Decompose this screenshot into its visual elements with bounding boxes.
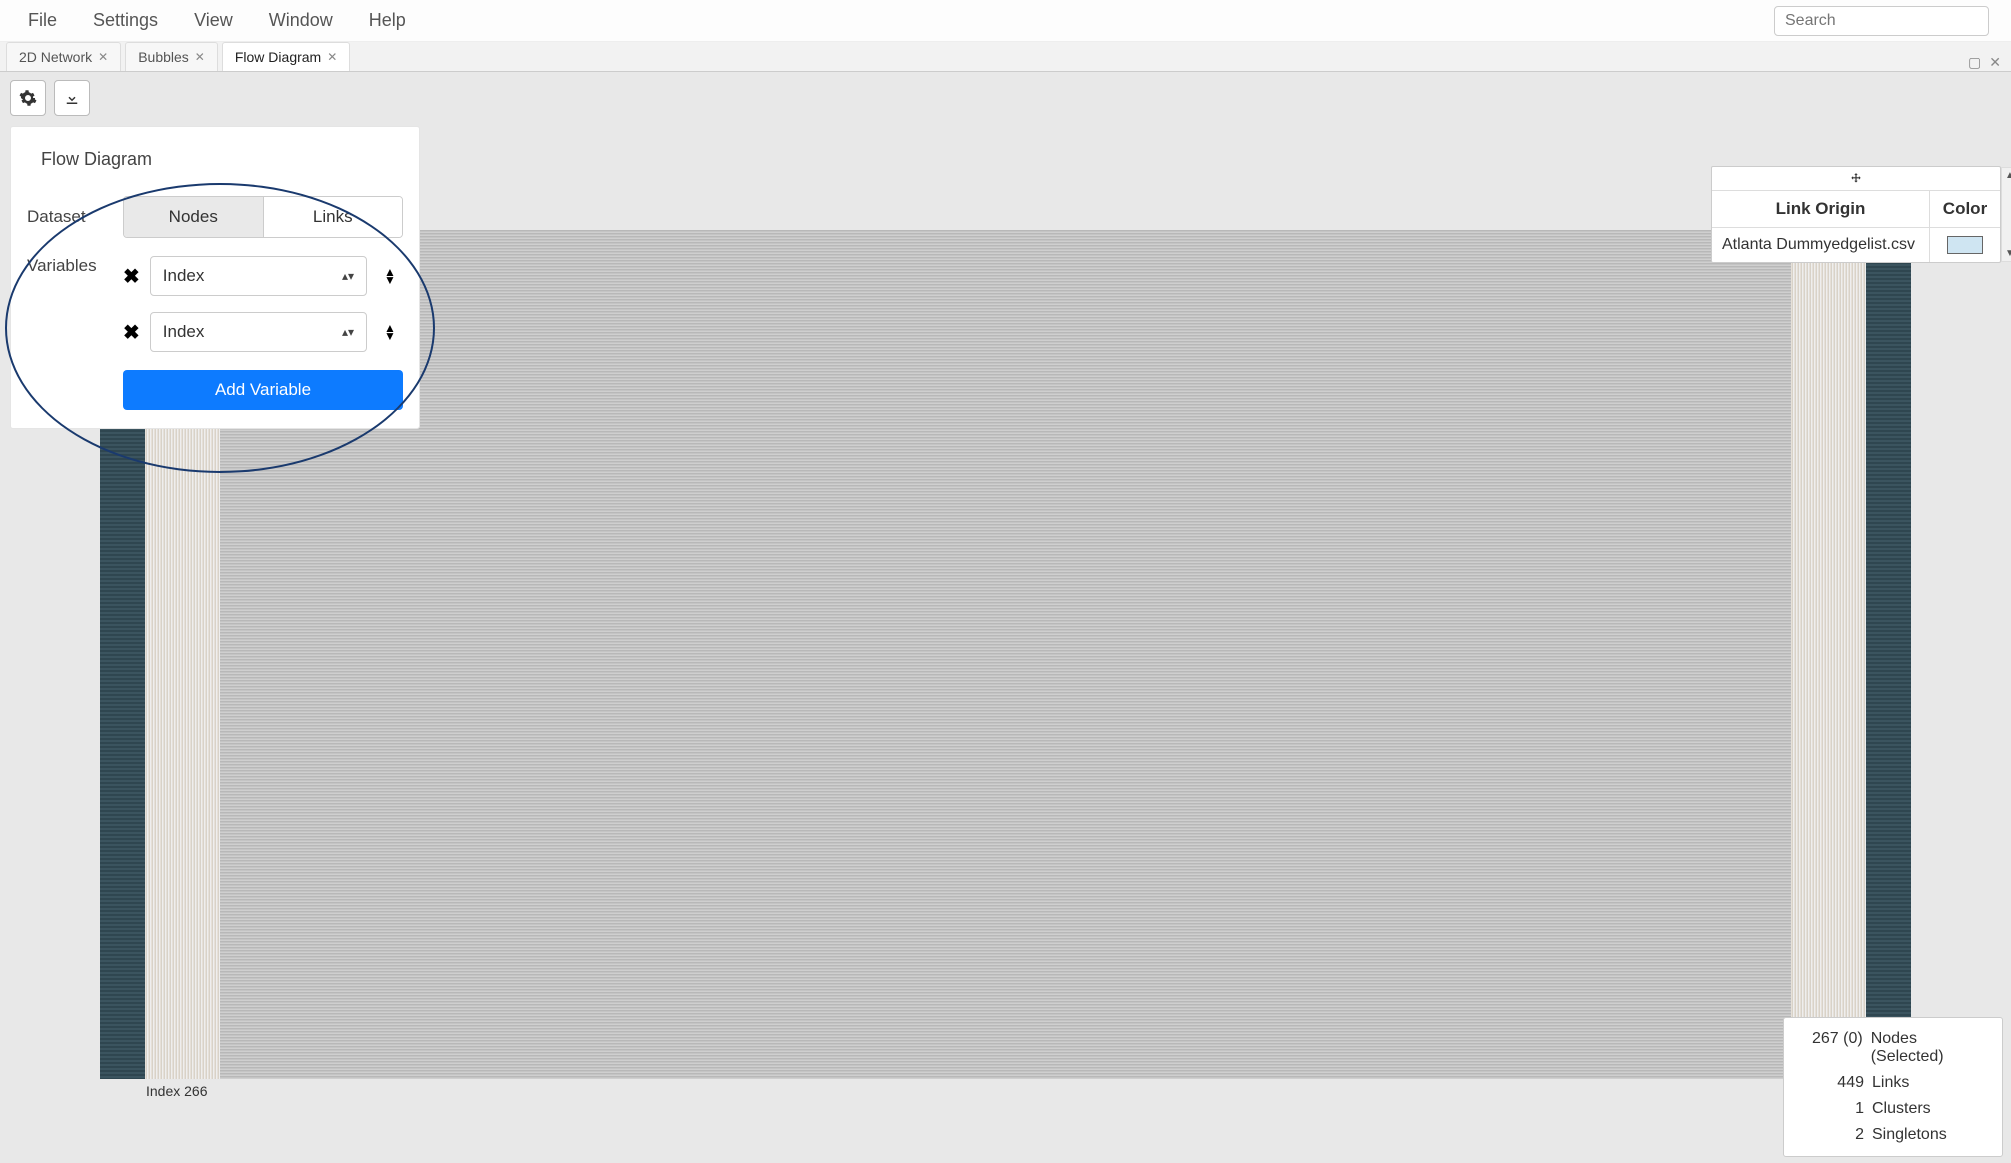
stats-panel: 267 (0) Nodes (Selected) 449 Links 1 Clu… (1783, 1017, 2003, 1157)
main-canvas-area: Flow Diagram Dataset Nodes Links Variabl… (0, 72, 2011, 1163)
legend-color-cell (1930, 230, 2000, 260)
legend-color-swatch[interactable] (1947, 236, 1983, 254)
legend-origin-cell: Atlanta Dummyedgelist.csv (1712, 228, 1930, 262)
stats-num: 2 (1794, 1126, 1864, 1144)
variable-sort-stepper[interactable]: ▲ ▼ (377, 268, 403, 284)
scroll-up-icon[interactable]: ▲ (2005, 170, 2011, 181)
variables-list: ✖ Index ▴▾ ▲ ▼ ✖ Index ▴▾ (123, 256, 403, 410)
stats-label: Clusters (1872, 1100, 1931, 1118)
tabstrip: 2D Network ✕ Bubbles ✕ Flow Diagram ✕ ▢ … (0, 42, 2011, 72)
variable-select-value: Index (163, 322, 205, 342)
dataset-seg-nodes[interactable]: Nodes (124, 197, 263, 237)
stats-row-clusters: 1 Clusters (1794, 1096, 1992, 1122)
flow-right-column (1791, 230, 1911, 1079)
variable-select[interactable]: Index ▴▾ (150, 312, 367, 352)
tab-bubbles[interactable]: Bubbles ✕ (125, 42, 218, 71)
tab-label: Flow Diagram (235, 49, 321, 65)
stats-row-singletons: 2 Singletons (1794, 1122, 1992, 1148)
variable-select-value: Index (163, 266, 205, 286)
close-workspace-icon[interactable]: ✕ (1989, 54, 2001, 71)
legend-header: Link Origin Color (1712, 191, 2000, 228)
stats-num: 267 (0) (1794, 1030, 1863, 1066)
legend-drag-handle[interactable] (1712, 167, 2000, 191)
config-panel: Flow Diagram Dataset Nodes Links Variabl… (10, 126, 420, 429)
tab-label: 2D Network (19, 49, 92, 65)
stats-num: 449 (1794, 1074, 1864, 1092)
maximize-icon[interactable]: ▢ (1968, 54, 1981, 71)
sort-down-icon: ▼ (384, 332, 396, 340)
flow-links-band (220, 230, 1791, 1079)
scroll-down-icon[interactable]: ▼ (2005, 248, 2011, 259)
remove-variable-icon[interactable]: ✖ (123, 264, 140, 289)
stats-row-links: 449 Links (1794, 1070, 1992, 1096)
caret-updown-icon: ▴▾ (342, 325, 354, 339)
tab-flow-diagram[interactable]: Flow Diagram ✕ (222, 42, 350, 71)
flow-right-label-strip (1791, 230, 1866, 1079)
stats-row-nodes: 267 (0) Nodes (Selected) (1794, 1026, 1992, 1070)
legend-scrollbar[interactable]: ▲ ▼ (2001, 167, 2011, 262)
search-container (1774, 6, 1989, 36)
dataset-seg-links[interactable]: Links (263, 197, 403, 237)
tab-2d-network[interactable]: 2D Network ✕ (6, 42, 121, 71)
variable-row: ✖ Index ▴▾ ▲ ▼ (123, 312, 403, 352)
tabstrip-controls: ▢ ✕ (1968, 54, 2001, 71)
panel-title-tab[interactable]: Flow Diagram (27, 141, 166, 178)
caret-updown-icon: ▴▾ (342, 269, 354, 283)
variables-label: Variables (27, 256, 113, 276)
stats-label: Singletons (1872, 1126, 1947, 1144)
menu-file[interactable]: File (10, 2, 75, 39)
legend-header-color[interactable]: Color (1930, 191, 2000, 227)
close-icon[interactable]: ✕ (195, 50, 205, 64)
settings-button[interactable] (10, 80, 46, 116)
variable-row: ✖ Index ▴▾ ▲ ▼ (123, 256, 403, 296)
menu-view[interactable]: View (176, 2, 251, 39)
legend-panel: Link Origin Color Atlanta Dummyedgelist.… (1711, 166, 2001, 263)
variables-row: Variables ✖ Index ▴▾ ▲ ▼ ✖ Inde (27, 256, 403, 410)
gear-icon (19, 89, 37, 107)
tab-label: Bubbles (138, 49, 189, 65)
menu-window[interactable]: Window (251, 2, 351, 39)
dataset-segmented: Nodes Links (123, 196, 403, 238)
close-icon[interactable]: ✕ (327, 50, 337, 64)
stats-num: 1 (1794, 1100, 1864, 1118)
download-button[interactable] (54, 80, 90, 116)
sort-down-icon: ▼ (384, 276, 396, 284)
download-icon (63, 89, 81, 107)
mini-toolbar (10, 80, 90, 116)
legend-row[interactable]: Atlanta Dummyedgelist.csv (1712, 228, 2000, 262)
variable-select[interactable]: Index ▴▾ (150, 256, 367, 296)
stats-label: Nodes (Selected) (1871, 1030, 1992, 1066)
dataset-label: Dataset (27, 207, 113, 227)
dataset-row: Dataset Nodes Links (27, 196, 403, 238)
menu-help[interactable]: Help (351, 2, 424, 39)
legend-header-origin[interactable]: Link Origin (1712, 191, 1930, 227)
remove-variable-icon[interactable]: ✖ (123, 320, 140, 345)
menu-settings[interactable]: Settings (75, 2, 176, 39)
move-icon (1849, 172, 1863, 186)
close-icon[interactable]: ✕ (98, 50, 108, 64)
search-input[interactable] (1774, 6, 1989, 36)
add-variable-button[interactable]: Add Variable (123, 370, 403, 410)
stats-label: Links (1872, 1074, 1909, 1092)
flow-bottom-index-label: Index 266 (146, 1083, 208, 1099)
menubar: File Settings View Window Help (0, 0, 2011, 42)
variable-sort-stepper[interactable]: ▲ ▼ (377, 324, 403, 340)
flow-right-dark-nodes (1866, 230, 1911, 1079)
